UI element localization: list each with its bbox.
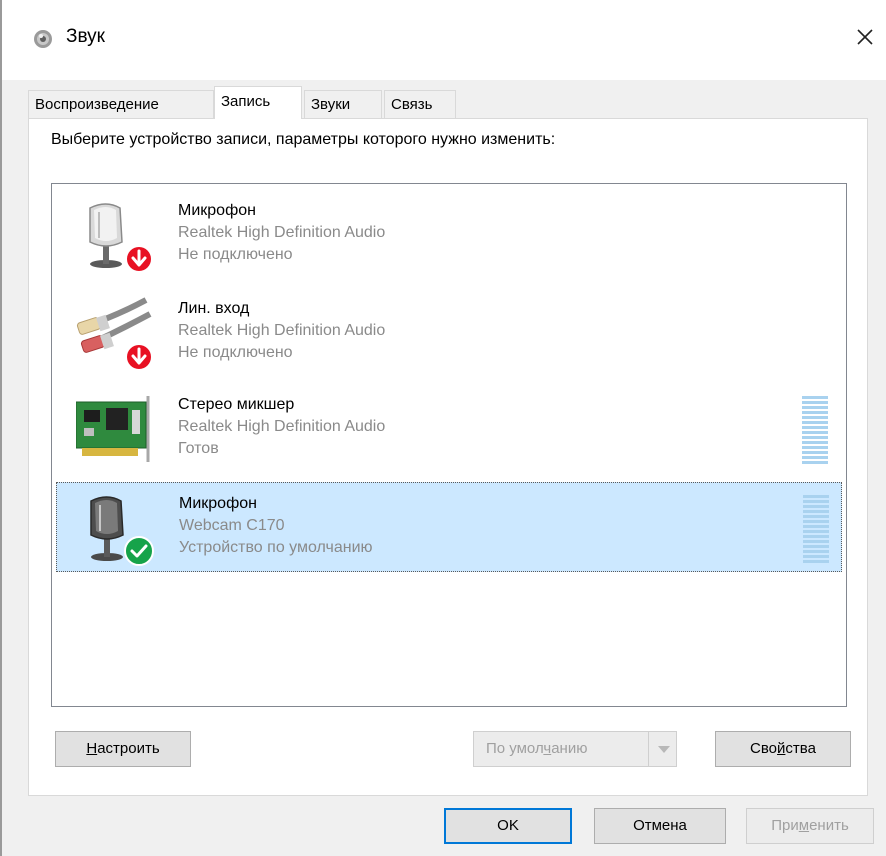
device-item[interactable]: Лин. вход Realtek High Definition Audio …	[56, 288, 842, 378]
tab-strip: Воспроизведение Запись Звуки Связь	[28, 86, 868, 119]
tab-sounds[interactable]: Звуки	[304, 90, 382, 118]
title-bar: Звук	[2, 0, 886, 80]
level-meter	[803, 495, 829, 565]
device-driver: Realtek High Definition Audio	[178, 322, 386, 339]
apply-button[interactable]: Применить	[746, 808, 874, 844]
tab-recording[interactable]: Запись	[214, 86, 302, 119]
device-item-selected[interactable]: Микрофон Webcam C170 Устройство по умолч…	[56, 482, 842, 572]
device-status: Не подключено	[178, 344, 293, 361]
speaker-icon	[34, 30, 52, 48]
default-check-badge-icon	[124, 536, 154, 566]
disconnected-badge-icon	[125, 245, 153, 273]
recording-device-list[interactable]: Микрофон Realtek High Definition Audio Н…	[51, 183, 847, 707]
device-status: Готов	[178, 440, 219, 457]
set-default-split-button[interactable]: По умолчанию	[473, 731, 677, 767]
window-edge	[0, 0, 2, 856]
properties-button[interactable]: Свойства	[715, 731, 851, 767]
sound-dialog: Звук Воспроизведение Запись Звуки Связь …	[0, 0, 886, 856]
device-name: Микрофон	[179, 495, 257, 512]
sound-card-icon	[76, 396, 150, 462]
close-icon[interactable]	[850, 22, 880, 52]
ok-button[interactable]: OK	[444, 808, 572, 844]
chevron-down-icon[interactable]	[648, 732, 676, 766]
cancel-button[interactable]: Отмена	[594, 808, 726, 844]
device-driver: Webcam C170	[179, 517, 285, 534]
device-item[interactable]: Микрофон Realtek High Definition Audio Н…	[56, 190, 842, 280]
window-title: Звук	[66, 26, 105, 47]
disconnected-badge-icon	[125, 343, 153, 371]
level-meter-bars	[803, 495, 829, 563]
device-driver: Realtek High Definition Audio	[178, 418, 386, 435]
device-name: Лин. вход	[178, 300, 250, 317]
level-meter	[802, 396, 828, 466]
device-status: Не подключено	[178, 246, 293, 263]
device-name: Стерео микшер	[178, 396, 295, 413]
configure-button[interactable]: Настроить	[55, 731, 191, 767]
tab-communications[interactable]: Связь	[384, 90, 456, 118]
device-status: Устройство по умолчанию	[179, 539, 373, 556]
level-meter-bars	[802, 396, 828, 464]
device-item[interactable]: Стерео микшер Realtek High Definition Au…	[56, 384, 842, 474]
device-name: Микрофон	[178, 202, 256, 219]
recording-panel: Выберите устройство записи, параметры ко…	[28, 118, 868, 796]
device-driver: Realtek High Definition Audio	[178, 224, 386, 241]
instruction-text: Выберите устройство записи, параметры ко…	[51, 131, 556, 148]
tab-playback[interactable]: Воспроизведение	[28, 90, 214, 118]
